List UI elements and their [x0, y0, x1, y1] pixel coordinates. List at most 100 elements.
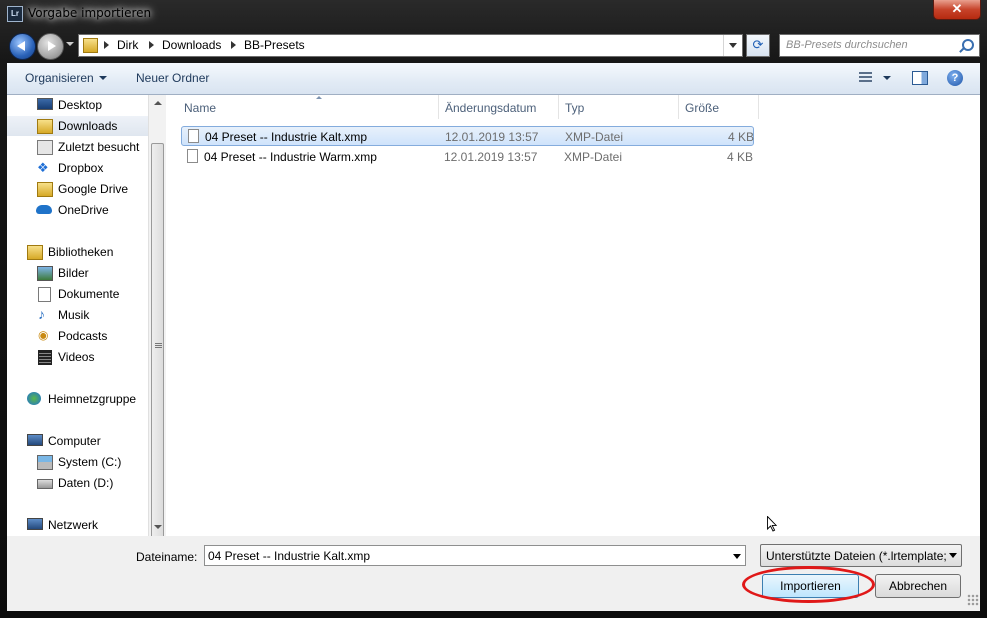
pictures-icon	[37, 266, 53, 281]
file-date: 12.01.2019 13:57	[444, 150, 538, 164]
sidebar-item-label: Daten (D:)	[58, 476, 114, 490]
scroll-down-icon[interactable]	[154, 525, 162, 529]
chevron-right-icon[interactable]	[104, 41, 109, 49]
view-options-dropdown-icon[interactable]	[883, 76, 891, 80]
column-header-date[interactable]: Änderungsdatum	[439, 95, 559, 119]
organize-button[interactable]: Organisieren	[25, 71, 107, 85]
chevron-down-icon[interactable]	[733, 554, 741, 559]
sidebar-item-data-drive[interactable]: Daten (D:)	[7, 473, 148, 493]
change-view-icon[interactable]	[859, 72, 872, 83]
sidebar-item-pictures[interactable]: Bilder	[7, 263, 148, 283]
sidebar-item-label: Dokumente	[58, 287, 120, 301]
file-size: 4 KB	[728, 130, 755, 144]
dialog-footer: Dateiname: 04 Preset -- Industrie Kalt.x…	[7, 536, 980, 611]
address-bar[interactable]: Dirk Downloads BB-Presets	[78, 34, 743, 57]
sidebar-item-label: System (C:)	[58, 455, 122, 469]
column-header-label: Größe	[685, 101, 720, 115]
forward-button[interactable]	[37, 33, 64, 60]
import-button[interactable]: Importieren	[762, 574, 859, 598]
refresh-icon: ⟳	[752, 37, 764, 52]
sidebar-item-label: Netzwerk	[48, 518, 99, 532]
address-history-dropdown[interactable]	[723, 35, 742, 56]
resize-grip-icon[interactable]	[967, 594, 979, 606]
title-bar[interactable]: Lr Vorgabe importieren ✕	[0, 0, 987, 28]
sidebar-item-onedrive[interactable]: OneDrive	[7, 200, 148, 220]
mouse-cursor-icon	[767, 516, 777, 532]
file-name: 04 Preset -- Industrie Warm.xmp	[204, 150, 377, 164]
sort-ascending-icon	[316, 96, 322, 99]
recent-locations-dropdown-icon[interactable]	[66, 42, 74, 46]
chevron-right-icon[interactable]	[231, 41, 236, 49]
search-box[interactable]: BB-Presets durchsuchen	[779, 34, 980, 57]
chevron-down-icon	[98, 76, 107, 80]
back-button[interactable]	[9, 33, 36, 60]
sidebar-item-network[interactable]: Netzwerk	[7, 515, 148, 535]
filename-input[interactable]: 04 Preset -- Industrie Kalt.xmp	[204, 545, 746, 566]
sidebar-item-system-drive[interactable]: System (C:)	[7, 452, 148, 472]
column-header-label: Name	[184, 101, 217, 115]
sidebar-item-homegroup[interactable]: Heimnetzgruppe	[7, 389, 148, 409]
close-button[interactable]: ✕	[933, 0, 981, 20]
filename-value: 04 Preset -- Industrie Kalt.xmp	[208, 549, 371, 563]
preview-pane-icon[interactable]	[912, 71, 928, 85]
sidebar-item-label: Desktop	[58, 98, 103, 112]
desktop-icon	[37, 98, 53, 110]
lightroom-app-icon: Lr	[7, 6, 23, 22]
sidebar-item-label: Google Drive	[58, 182, 129, 196]
sidebar-item-label: OneDrive	[58, 203, 109, 217]
file-name: 04 Preset -- Industrie Kalt.xmp	[205, 130, 368, 144]
libraries-icon	[27, 245, 43, 260]
scrollbar-thumb[interactable]	[151, 143, 164, 548]
forward-arrow-icon	[48, 41, 56, 51]
sidebar-item-downloads[interactable]: Downloads	[7, 116, 148, 136]
google-drive-icon	[37, 182, 53, 197]
breadcrumb-dirk[interactable]: Dirk	[117, 38, 138, 52]
new-folder-button[interactable]: Neuer Ordner	[136, 71, 209, 85]
sidebar-item-recent[interactable]: Zuletzt besucht	[7, 137, 148, 157]
refresh-button[interactable]: ⟳	[746, 34, 770, 57]
column-header-size[interactable]: Größe	[679, 95, 759, 119]
sidebar-item-videos[interactable]: Videos	[7, 347, 148, 367]
breadcrumb-downloads[interactable]: Downloads	[162, 38, 221, 52]
dropbox-icon: ❖	[37, 160, 49, 175]
cancel-button[interactable]: Abbrechen	[875, 574, 961, 598]
column-header-name[interactable]: Name	[178, 95, 439, 119]
sidebar-item-music[interactable]: ♪ Musik	[7, 305, 148, 325]
sidebar-item-label: Downloads	[58, 119, 118, 133]
filename-label: Dateiname:	[136, 550, 198, 564]
homegroup-icon	[27, 392, 41, 405]
breadcrumb-bb-presets[interactable]: BB-Presets	[244, 38, 305, 52]
file-icon	[188, 129, 199, 143]
sidebar-item-podcasts[interactable]: ◉ Podcasts	[7, 326, 148, 346]
command-toolbar: Organisieren Neuer Ordner ?	[7, 63, 980, 95]
help-button[interactable]: ?	[947, 70, 963, 86]
file-row[interactable]: 04 Preset -- Industrie Kalt.xmp 12.01.20…	[181, 126, 754, 146]
downloads-folder-icon	[37, 119, 53, 134]
search-icon[interactable]	[962, 39, 974, 51]
window-title: Vorgabe importieren	[28, 6, 152, 20]
sidebar-item-computer[interactable]: Computer	[7, 431, 148, 451]
folder-icon	[83, 38, 98, 53]
recent-places-icon	[37, 140, 53, 155]
onedrive-icon	[36, 205, 52, 214]
organize-label: Organisieren	[25, 71, 94, 85]
search-input[interactable]: BB-Presets durchsuchen	[786, 39, 908, 51]
sidebar-item-google-drive[interactable]: Google Drive	[7, 179, 148, 199]
data-drive-icon	[37, 479, 53, 489]
sidebar-item-libraries[interactable]: Bibliotheken	[7, 242, 148, 262]
sidebar-item-desktop[interactable]: Desktop	[7, 95, 148, 115]
file-row[interactable]: 04 Preset -- Industrie Warm.xmp 12.01.20…	[181, 147, 754, 167]
file-type-select[interactable]: Unterstützte Dateien (*.lrtemplate;	[760, 544, 962, 567]
column-header-type[interactable]: Typ	[559, 95, 679, 119]
navigation-scrollbar[interactable]	[148, 95, 166, 548]
network-icon	[27, 518, 43, 530]
sidebar-item-dropbox[interactable]: ❖ Dropbox	[7, 158, 148, 178]
sidebar-item-label: Zuletzt besucht	[58, 140, 140, 154]
sidebar-item-documents[interactable]: Dokumente	[7, 284, 148, 304]
sidebar-item-label: Computer	[48, 434, 101, 448]
column-header-label: Typ	[565, 101, 585, 115]
grip-icon	[155, 343, 162, 349]
column-header-label: Änderungsdatum	[445, 101, 537, 115]
chevron-right-icon[interactable]	[149, 41, 154, 49]
scroll-up-icon[interactable]	[154, 101, 162, 105]
